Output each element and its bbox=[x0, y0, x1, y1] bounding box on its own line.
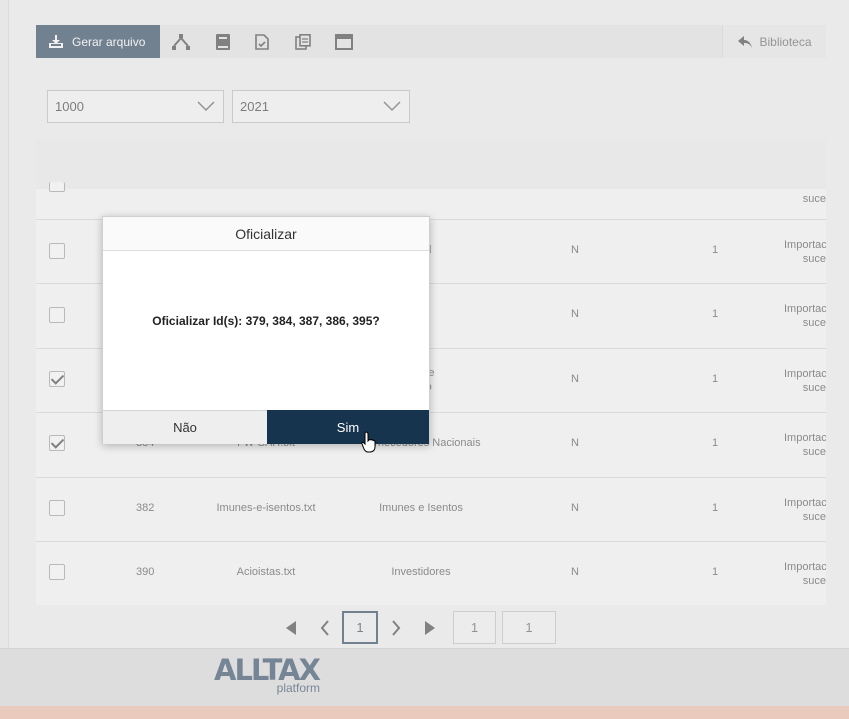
no-button[interactable]: Não bbox=[103, 410, 267, 444]
confirm-dialog: Oficializar Oficializar Id(s): 379, 384,… bbox=[102, 216, 430, 444]
hand-cursor-icon bbox=[361, 431, 376, 453]
dialog-title: Oficializar bbox=[103, 217, 429, 251]
yes-button[interactable]: Sim bbox=[267, 410, 429, 444]
dialog-message: Oficializar Id(s): 379, 384, 387, 386, 3… bbox=[152, 314, 380, 328]
